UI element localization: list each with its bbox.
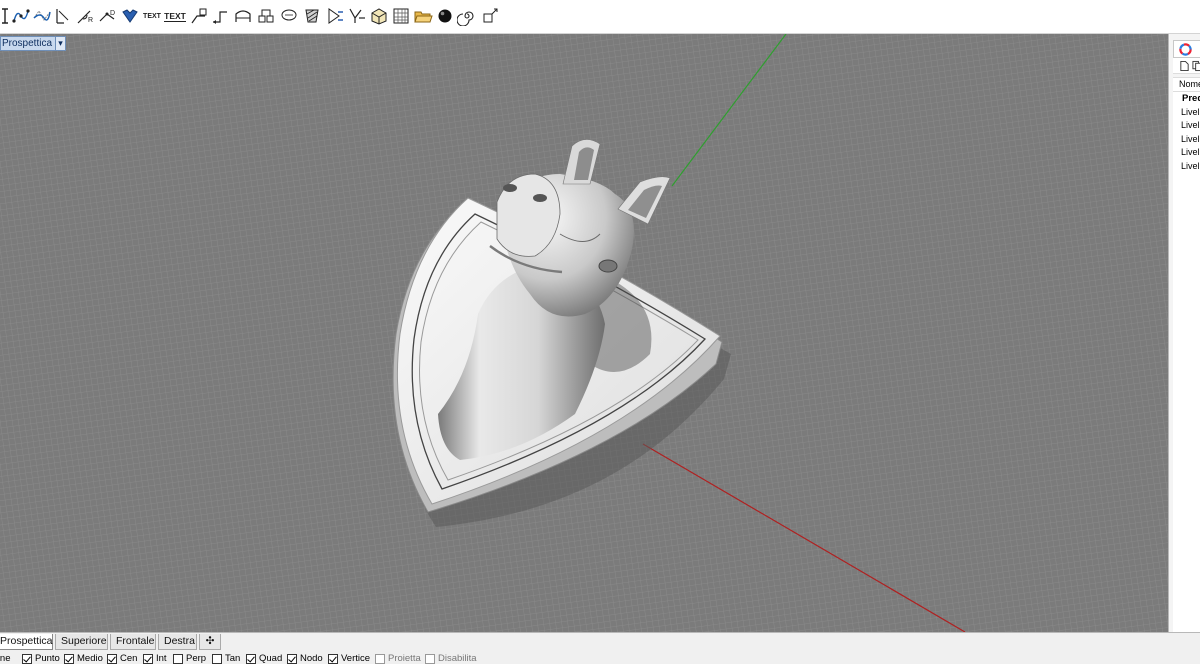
snap-fine-label: Fine (0, 653, 11, 664)
perspective-viewport[interactable]: Prospettica ▾ (0, 34, 1168, 632)
svg-text:D: D (110, 10, 115, 17)
snap-perp-label: Perp (186, 653, 207, 664)
curve-spiral-icon[interactable] (456, 5, 478, 27)
points-edit-icon[interactable] (324, 5, 346, 27)
snap-cen[interactable]: Cen (107, 653, 137, 664)
snap-tan-checkbox[interactable] (212, 653, 222, 664)
snap-fine[interactable]: Fine (0, 653, 10, 664)
object-snap-bar: Fine Punto Medio Cen Int Perp Tan Quad N… (0, 651, 1200, 664)
folder-open-icon[interactable] (412, 5, 434, 27)
new-document-icon[interactable] (1179, 60, 1190, 72)
snap-punto-label: Punto (35, 653, 60, 664)
layers-panel: Nome Predefinito Livello 01 Livello 02 L… (1168, 34, 1200, 632)
snap-punto[interactable]: Punto (22, 653, 60, 664)
tab-prospettica[interactable]: Prospettica (0, 634, 53, 650)
snap-nodo[interactable]: Nodo (287, 653, 323, 664)
snap-quad[interactable]: Quad (246, 653, 282, 664)
snap-int-label: Int (156, 653, 167, 664)
snap-perp[interactable]: Perp (173, 653, 206, 664)
snap-cen-checkbox[interactable] (107, 653, 117, 664)
snap-disabilita-checkbox[interactable] (425, 653, 435, 664)
text-small-label: TEXT (143, 12, 161, 20)
panel-tab-strip (1173, 40, 1200, 58)
snap-medio-label: Medio (77, 653, 103, 664)
viewport-tabs: Prospettica Superiore Frontale Destra ✣ (0, 632, 1200, 651)
main-toolbar: R D TEXT TEXT (0, 0, 1200, 34)
orient-icon[interactable] (346, 5, 368, 27)
radius-dimension-icon[interactable] (53, 5, 75, 27)
layer-row[interactable]: Livello 03 (1173, 133, 1200, 147)
copy-icon[interactable] (1192, 60, 1200, 72)
layer-row[interactable]: Livello 04 (1173, 146, 1200, 160)
snap-medio[interactable]: Medio (64, 653, 103, 664)
layer-list: Predefinito Livello 01 Livello 02 Livell… (1173, 92, 1200, 632)
annotation-balloon-icon[interactable] (278, 5, 300, 27)
leader-arrow-icon[interactable] (209, 5, 231, 27)
box-icon[interactable] (368, 5, 390, 27)
snap-proietta-checkbox[interactable] (375, 653, 385, 664)
snap-quad-label: Quad (259, 653, 283, 664)
curve-points-icon[interactable] (10, 5, 32, 27)
viewport-title-label: Prospettica (2, 38, 53, 49)
snap-int-checkbox[interactable] (143, 653, 153, 664)
text-large-label: TEXT (164, 10, 186, 22)
snap-proietta-label: Proietta (388, 653, 421, 664)
snap-quad-checkbox[interactable] (246, 653, 256, 664)
layer-row[interactable]: Livello 05 (1173, 160, 1200, 174)
render-sphere-icon[interactable] (434, 5, 456, 27)
grid-icon[interactable] (390, 5, 412, 27)
hatch-icon[interactable] (301, 5, 323, 27)
text-small-icon[interactable]: TEXT (141, 5, 163, 27)
text-large-icon[interactable]: TEXT (164, 5, 186, 27)
snap-vertice-checkbox[interactable] (328, 653, 338, 664)
snap-proietta[interactable]: Proietta (375, 653, 421, 664)
snap-tan-label: Tan (225, 653, 241, 664)
viewport-title[interactable]: Prospettica ▾ (0, 36, 67, 51)
snap-cen-label: Cen (120, 653, 138, 664)
layer-row[interactable]: Livello 01 (1173, 106, 1200, 120)
dimension-chain-icon[interactable] (255, 5, 277, 27)
snap-nodo-checkbox[interactable] (287, 653, 297, 664)
snap-vertice[interactable]: Vertice (328, 653, 370, 664)
snap-disabilita-label: Disabilita (438, 653, 477, 664)
panel-tool-row (1173, 58, 1200, 74)
gumball-icon[interactable] (479, 5, 501, 27)
viewport-menu-chevron-icon[interactable]: ▾ (55, 37, 66, 50)
curve-control-icon[interactable] (31, 5, 53, 27)
tab-frontale[interactable]: Frontale (110, 634, 156, 650)
snap-nodo-label: Nodo (300, 653, 323, 664)
angle-dimension-icon[interactable]: R (74, 5, 96, 27)
svg-text:R: R (88, 17, 93, 24)
snap-int[interactable]: Int (143, 653, 167, 664)
add-viewport-tab-icon[interactable]: ✣ (199, 634, 221, 650)
color-wheel-icon[interactable] (1179, 43, 1192, 56)
snap-medio-checkbox[interactable] (64, 653, 74, 664)
snap-disabilita[interactable]: Disabilita (425, 653, 477, 664)
hatch-path-icon[interactable] (232, 5, 254, 27)
diameter-dimension-icon[interactable]: D (96, 5, 118, 27)
scene-canvas[interactable] (0, 34, 1168, 632)
snap-perp-checkbox[interactable] (173, 653, 183, 664)
tab-destra[interactable]: Destra (158, 634, 197, 650)
layer-row[interactable]: Livello 02 (1173, 119, 1200, 133)
tab-superiore[interactable]: Superiore (55, 634, 108, 650)
snap-punto-checkbox[interactable] (22, 653, 32, 664)
viewport-menu-glyph: ▾ (58, 38, 63, 48)
layer-name-column-header[interactable]: Nome (1173, 77, 1200, 92)
snap-vertice-label: Vertice (341, 653, 371, 664)
leader-icon[interactable] (188, 5, 210, 27)
heart-shape-icon[interactable] (119, 5, 141, 27)
layer-row[interactable]: Predefinito (1173, 92, 1200, 106)
snap-tan[interactable]: Tan (212, 653, 240, 664)
